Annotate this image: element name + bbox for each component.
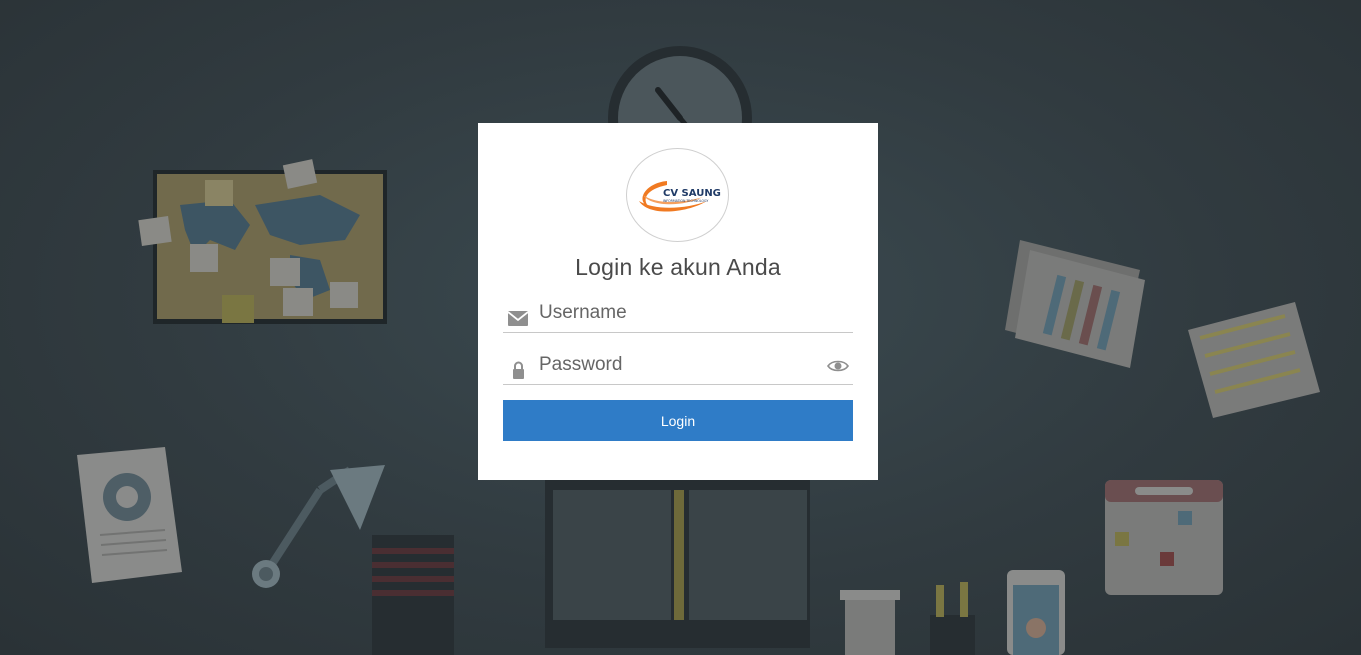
cv-saung-logo: CV SAUNG INFORMATION TECHNOLOGY [639,181,721,212]
wall-calendar [1105,480,1223,595]
world-map-poster [138,159,387,324]
password-input[interactable] [539,350,819,380]
login-button[interactable]: Login [503,400,853,441]
desk-lamp [252,465,385,588]
monitor [545,478,810,648]
pie-report-paper [77,447,182,583]
login-title: Login ke akun Anda [575,254,781,280]
document-paper [1188,302,1320,418]
chart-paper [1005,240,1145,368]
envelope-icon [507,311,529,326]
coffee-cup [840,590,900,655]
username-input[interactable] [539,298,819,328]
login-card: CV SAUNG INFORMATION TECHNOLOGY Login ke… [478,123,878,480]
lock-icon [513,361,524,379]
company-logo: CV SAUNG INFORMATION TECHNOLOGY [626,148,729,242]
pencil-holder [930,582,975,655]
binders [372,535,454,655]
logo-brand-text: CV SAUNG [663,188,721,199]
phone [1007,570,1065,655]
username-field [503,298,853,333]
eye-icon[interactable] [827,358,849,374]
password-field [503,350,853,385]
logo-tagline-text: INFORMATION TECHNOLOGY [663,199,708,203]
